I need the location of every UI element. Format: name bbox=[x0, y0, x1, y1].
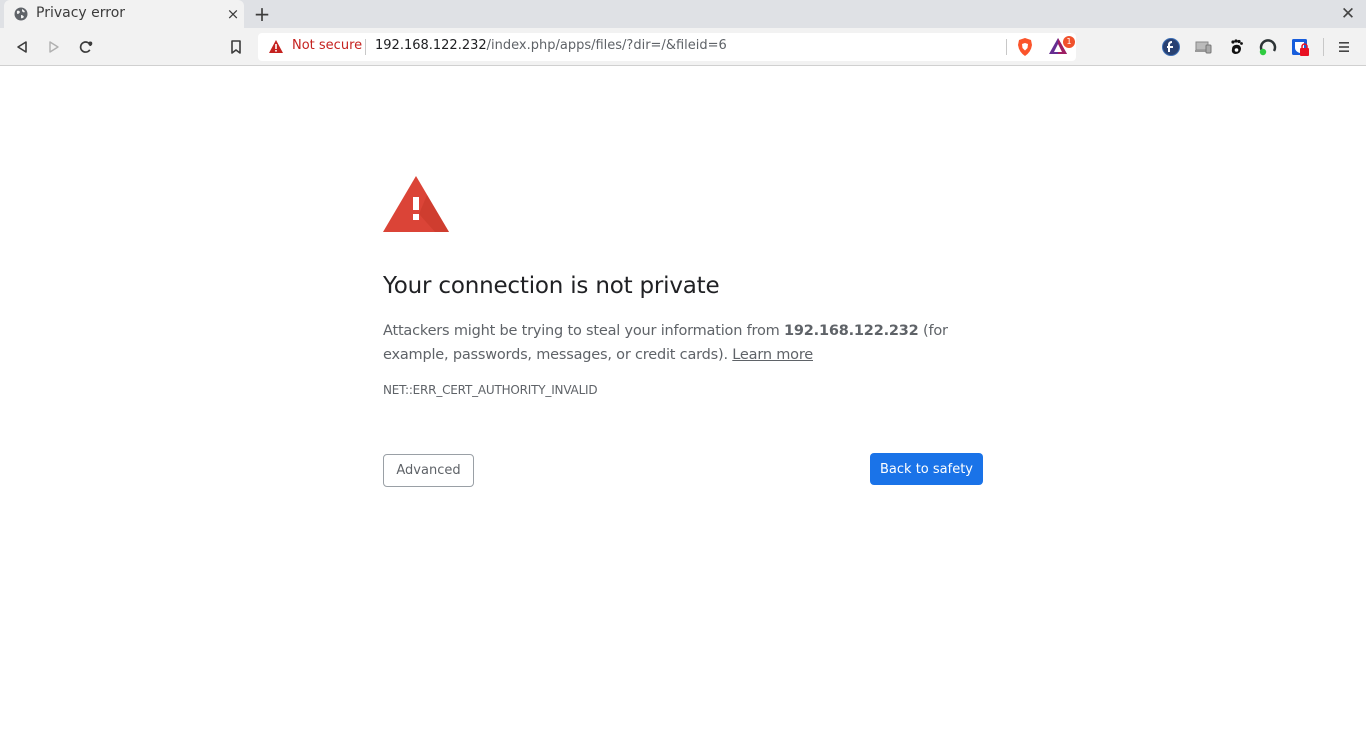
back-to-safety-button[interactable]: Back to safety bbox=[870, 453, 983, 485]
fedora-icon[interactable] bbox=[1161, 37, 1181, 57]
rewards-badge: 1 bbox=[1063, 36, 1075, 48]
extensions-divider bbox=[1323, 38, 1324, 56]
reload-icon bbox=[79, 41, 93, 53]
omnibox-divider-right bbox=[1006, 39, 1007, 55]
tab-privacy-error[interactable]: Privacy error × bbox=[4, 0, 244, 28]
window-close-button[interactable]: ✕ bbox=[1338, 3, 1358, 25]
url-host: 192.168.122.232 bbox=[375, 38, 487, 53]
error-description: Attackers might be trying to steal your … bbox=[383, 319, 983, 367]
brave-shields-icon[interactable] bbox=[1015, 37, 1035, 57]
desktop-device-icon[interactable] bbox=[1194, 37, 1214, 57]
brave-rewards-button[interactable]: 1 bbox=[1048, 36, 1075, 57]
not-secure-label[interactable]: Not secure bbox=[292, 38, 362, 53]
bookmark-button[interactable] bbox=[225, 36, 247, 58]
forward-icon bbox=[49, 41, 59, 53]
refresh-sync-icon[interactable] bbox=[1258, 37, 1278, 57]
advanced-button[interactable]: Advanced bbox=[383, 454, 474, 487]
tab-title: Privacy error bbox=[36, 5, 126, 21]
description-prefix: Attackers might be trying to steal your … bbox=[383, 323, 784, 339]
warning-triangle-icon bbox=[269, 40, 283, 53]
omnibox-divider bbox=[365, 39, 366, 55]
browser-toolbar: Not secure 192.168.122.232/index.php/app… bbox=[0, 28, 1366, 66]
page-title: Your connection is not private bbox=[383, 273, 720, 299]
gnome-foot-icon[interactable] bbox=[1226, 37, 1246, 57]
hamburger-menu-icon[interactable] bbox=[1334, 37, 1354, 57]
back-button[interactable] bbox=[11, 36, 33, 58]
forward-button[interactable] bbox=[43, 36, 65, 58]
warning-triangle-icon bbox=[383, 176, 449, 232]
learn-more-link[interactable]: Learn more bbox=[732, 347, 813, 363]
address-bar[interactable]: Not secure 192.168.122.232/index.php/app… bbox=[258, 33, 1076, 61]
url-path: /index.php/apps/files/?dir=/&fileid=6 bbox=[486, 38, 727, 53]
description-host: 192.168.122.232 bbox=[783, 323, 919, 339]
bitwarden-lock-icon[interactable] bbox=[1290, 37, 1310, 57]
url-text[interactable]: 192.168.122.232/index.php/apps/files/?di… bbox=[375, 38, 727, 53]
globe-icon bbox=[14, 7, 28, 21]
reload-button[interactable] bbox=[75, 36, 97, 58]
new-tab-button[interactable]: + bbox=[252, 2, 272, 26]
bookmark-icon bbox=[231, 40, 241, 54]
back-icon bbox=[17, 41, 27, 53]
tab-close-button[interactable]: × bbox=[225, 4, 241, 24]
error-code[interactable]: NET::ERR_CERT_AUTHORITY_INVALID bbox=[383, 383, 598, 397]
tab-strip: Privacy error × + ✕ bbox=[0, 0, 1366, 28]
